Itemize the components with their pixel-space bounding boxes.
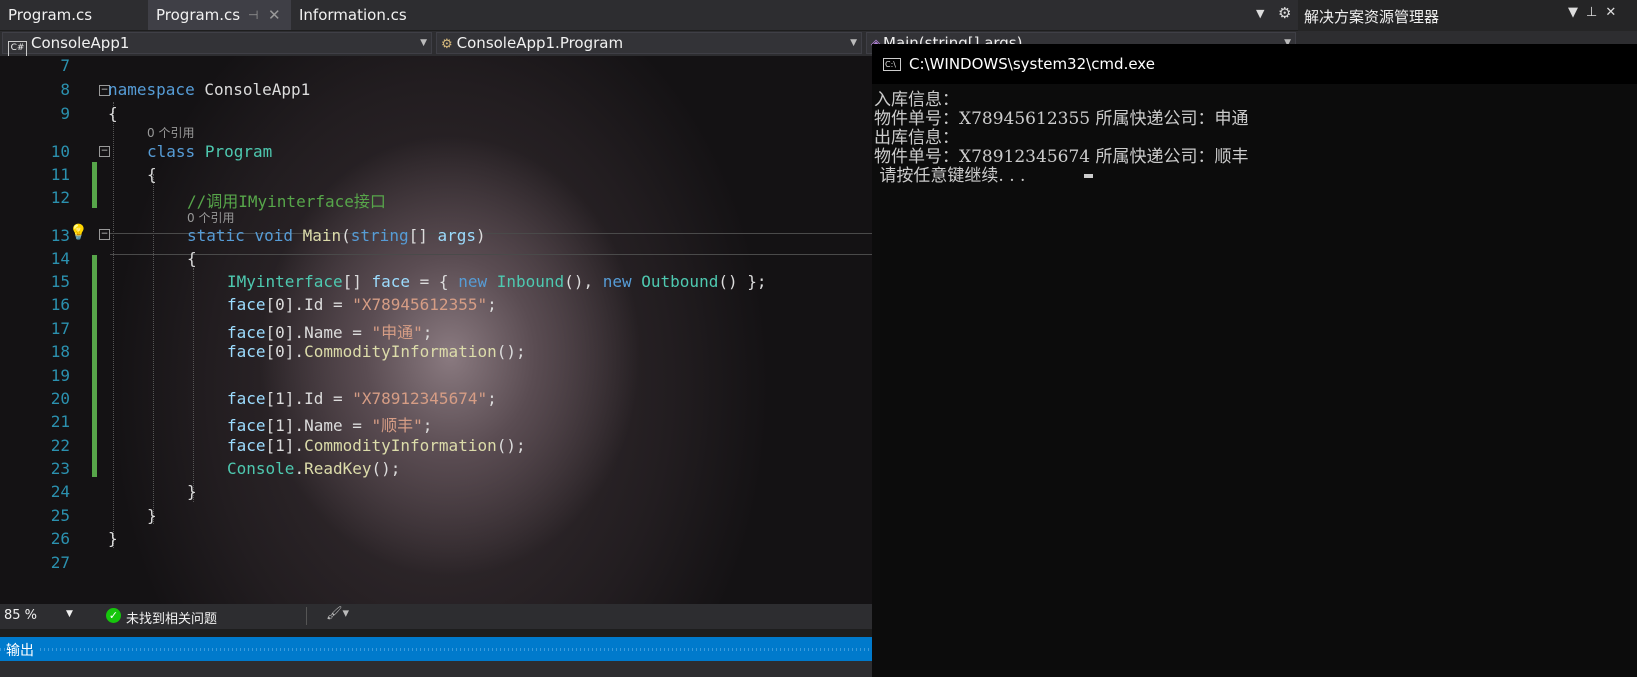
solution-explorer-title: 解决方案资源管理器: [1304, 8, 1440, 26]
class-name: ConsoleApp1.Program: [456, 34, 624, 52]
change-marker: [92, 162, 97, 208]
code-line-16: face[0].Id = "X78945612355";: [227, 295, 497, 314]
code-line-15: IMyinterface[] face = { new Inbound(), n…: [227, 272, 767, 291]
line-number: 16: [50, 295, 70, 314]
line-number: 11: [50, 165, 70, 184]
output-panel-toolbar: [0, 661, 872, 677]
code-lens-references[interactable]: 0 个引用: [147, 124, 194, 141]
output-panel-titlebar[interactable]: 输出: [0, 637, 872, 661]
code-editor[interactable]: 7 8 9 10 11 12 13 14 15 16 17 18 19 20 21 22 23 24 25 26 27 …: [0, 56, 872, 604]
code-lens-references[interactable]: 0 个引用: [187, 209, 234, 226]
code-line-25: }: [147, 506, 157, 525]
pin-icon[interactable]: ⊣: [248, 0, 258, 30]
tab-label: Program.cs: [8, 6, 93, 24]
line-number: 20: [50, 389, 70, 408]
line-number: 13: [50, 226, 70, 245]
gear-icon[interactable]: ⚙: [1278, 4, 1291, 22]
line-number: 14: [50, 249, 70, 268]
line-number: 19: [50, 366, 70, 385]
dropdown-icon[interactable]: ▼: [1568, 5, 1586, 20]
code-line-17: face[0].Name = "申通";: [227, 323, 433, 342]
line-number: 26: [50, 529, 70, 548]
pin-icon[interactable]: ⊥: [1586, 5, 1605, 20]
code-line-26: }: [108, 529, 118, 548]
line-number: 8: [60, 80, 70, 99]
csharp-project-icon: C#: [8, 41, 27, 57]
line-number: 10: [50, 142, 70, 161]
collapse-icon[interactable]: −: [99, 146, 110, 157]
panel-window-controls: ▼⊥✕: [1568, 5, 1624, 20]
indent-guide: [153, 174, 154, 524]
console-cursor: [1084, 174, 1093, 178]
cmd-icon: C:\: [883, 58, 901, 71]
divider: [306, 607, 307, 625]
line-number: 12: [50, 188, 70, 207]
code-line-20: face[1].Id = "X78912345674";: [227, 389, 497, 408]
tab-information-cs[interactable]: Information.cs: [291, 0, 431, 30]
line-number: 22: [50, 436, 70, 455]
chevron-down-icon: ▼: [850, 38, 857, 48]
change-marker: [92, 255, 97, 477]
line-number: 9: [60, 104, 70, 123]
code-cleanup-icon[interactable]: 🖌▾: [326, 606, 349, 621]
line-number: 25: [50, 506, 70, 525]
line-number: 17: [50, 319, 70, 338]
cmd-window[interactable]: C:\ C:\WINDOWS\system32\cmd.exe 入库信息： 物件…: [872, 44, 1637, 677]
code-line-9: {: [108, 104, 118, 123]
close-icon[interactable]: ✕: [1605, 5, 1624, 20]
code-line-23: Console.ReadKey();: [227, 459, 401, 478]
class-icon: ⚙: [441, 37, 453, 52]
cmd-title: C:\WINDOWS\system32\cmd.exe: [909, 55, 1155, 73]
project-dropdown[interactable]: C# ConsoleApp1 ▼: [2, 32, 432, 57]
project-name: ConsoleApp1: [31, 34, 130, 52]
collapse-icon[interactable]: −: [99, 229, 110, 240]
code-line-8: namespace ConsoleApp1: [108, 80, 311, 99]
tab-label: Program.cs: [156, 6, 241, 24]
line-number: 7: [60, 56, 70, 75]
issues-status[interactable]: 未找到相关问题: [126, 608, 217, 627]
line-number: 18: [50, 342, 70, 361]
chevron-down-icon[interactable]: ▼: [66, 609, 73, 619]
code-line-22: face[1].CommodityInformation();: [227, 436, 526, 455]
lightbulb-icon[interactable]: 💡: [69, 223, 88, 241]
line-number: 23: [50, 459, 70, 478]
line-number: 24: [50, 482, 70, 501]
check-circle-icon: ✓: [106, 608, 121, 623]
class-dropdown[interactable]: ⚙ ConsoleApp1.Program ▼: [436, 32, 862, 54]
console-output-line: 请按任意键继续. . .: [874, 166, 1031, 186]
indent-guide: [193, 268, 194, 502]
close-icon[interactable]: ✕: [268, 0, 281, 30]
tab-program-cs-active[interactable]: Program.cs ⊣ ✕: [148, 0, 291, 30]
zoom-level[interactable]: 85 %: [4, 608, 37, 623]
code-line-13: static void Main(string[] args): [187, 226, 486, 245]
line-number: 21: [50, 412, 70, 431]
code-line-18: face[0].CommodityInformation();: [227, 342, 526, 361]
code-line-24: }: [187, 482, 197, 501]
line-number: 15: [50, 272, 70, 291]
chevron-down-icon: ▼: [420, 38, 427, 48]
editor-status-strip: 85 % ▼ ✓ 未找到相关问题 🖌▾: [0, 604, 872, 629]
indent-guide: [113, 102, 114, 548]
cmd-titlebar[interactable]: C:\ C:\WINDOWS\system32\cmd.exe: [872, 44, 1637, 84]
document-tab-bar: Program.cs Program.cs ⊣ ✕ Information.cs…: [0, 0, 1298, 30]
code-line-21: face[1].Name = "顺丰";: [227, 416, 433, 435]
tab-label: Information.cs: [299, 6, 407, 24]
tab-program-cs[interactable]: Program.cs: [0, 0, 148, 30]
output-panel-title: 输出: [6, 640, 38, 660]
code-line-11: {: [147, 165, 157, 184]
tab-list-dropdown-icon[interactable]: ▼: [1256, 7, 1264, 20]
code-line-14: {: [187, 249, 197, 268]
line-number: 27: [50, 553, 70, 572]
code-line-10: class Program: [147, 142, 273, 161]
